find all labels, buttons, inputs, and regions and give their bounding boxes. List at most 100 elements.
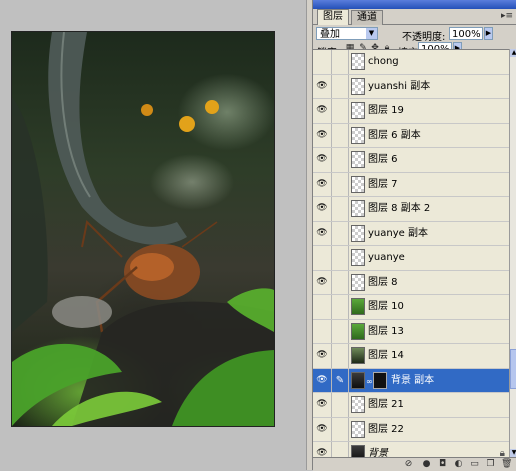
- visibility-eye-icon[interactable]: 👁︎: [313, 393, 332, 417]
- link-cell[interactable]: [332, 393, 349, 417]
- layer-row[interactable]: 👁︎ yuanshi 副本: [313, 74, 509, 99]
- panel-menu-icon[interactable]: ▸≡: [500, 11, 514, 22]
- layer-row[interactable]: 👁︎ 图层 19: [313, 99, 509, 124]
- layer-thumbnail[interactable]: [351, 273, 365, 291]
- opacity-slider-arrow-icon[interactable]: ▶: [484, 27, 493, 40]
- layer-row[interactable]: 👁︎ 图层 8: [313, 270, 509, 295]
- layer-thumbnail[interactable]: [351, 102, 365, 119]
- add-mask-icon[interactable]: ◘: [437, 459, 448, 470]
- layer-thumbnail[interactable]: [351, 396, 365, 413]
- tab-channels[interactable]: 通道: [351, 10, 383, 25]
- layer-row[interactable]: 👁︎ 图层 6 副本: [313, 123, 509, 148]
- visibility-eye-icon[interactable]: [313, 246, 332, 270]
- blend-mode-select[interactable]: 叠加 ▼: [316, 27, 378, 40]
- layer-row[interactable]: 👁︎ 图层 7: [313, 172, 509, 197]
- opacity-input[interactable]: 100%: [449, 27, 483, 40]
- layer-thumbnail[interactable]: [351, 224, 365, 242]
- visibility-eye-icon[interactable]: 👁︎: [313, 368, 332, 392]
- visibility-eye-icon[interactable]: 👁︎: [313, 148, 332, 172]
- layer-thumbnail[interactable]: [351, 347, 365, 364]
- layer-name: 图层 6: [368, 154, 398, 165]
- visibility-eye-icon[interactable]: [313, 295, 332, 319]
- layer-name: yuanshi 副本: [368, 80, 431, 92]
- layer-row[interactable]: chong: [313, 50, 509, 75]
- document-image[interactable]: [11, 31, 275, 427]
- layer-row[interactable]: 👁︎ 图层 6: [313, 148, 509, 173]
- visibility-eye-icon[interactable]: 👁︎: [313, 197, 332, 221]
- visibility-eye-icon[interactable]: 👁︎: [313, 344, 332, 368]
- layer-name: 图层 7: [368, 178, 398, 190]
- layer-name: 图层 21: [368, 399, 404, 410]
- layer-style-icon[interactable]: ●: [421, 459, 432, 470]
- scroll-thumb[interactable]: [510, 349, 516, 389]
- link-cell[interactable]: [332, 221, 349, 245]
- layer-row[interactable]: 👁︎ yuanye 副本: [313, 221, 509, 246]
- visibility-eye-icon[interactable]: 👁︎: [313, 417, 332, 441]
- link-cell[interactable]: [332, 50, 349, 74]
- link-cell[interactable]: [332, 172, 349, 196]
- opacity-label: 不透明度:: [402, 32, 446, 43]
- layer-thumbnail[interactable]: [351, 175, 365, 193]
- link-layers-icon[interactable]: ⊘: [403, 459, 414, 470]
- new-layer-icon[interactable]: ❐: [485, 459, 496, 470]
- blend-mode-value: 叠加: [320, 29, 340, 40]
- layer-thumbnail[interactable]: [351, 77, 365, 95]
- tab-layers[interactable]: 图层: [317, 9, 349, 25]
- delete-layer-icon[interactable]: 🗑︎: [501, 459, 512, 470]
- layer-row[interactable]: yuanye: [313, 246, 509, 271]
- visibility-eye-icon[interactable]: 👁︎: [313, 270, 332, 294]
- layer-thumbnail[interactable]: [351, 249, 365, 266]
- visibility-eye-icon[interactable]: 👁︎: [313, 99, 332, 123]
- layer-row[interactable]: 👁︎ 图层 22: [313, 417, 509, 442]
- visibility-eye-icon[interactable]: 👁︎: [313, 172, 332, 196]
- layer-row[interactable]: 👁︎ 图层 21: [313, 393, 509, 418]
- link-cell[interactable]: [332, 417, 349, 441]
- layer-thumbnail[interactable]: [351, 53, 365, 70]
- link-cell[interactable]: [332, 74, 349, 98]
- link-cell[interactable]: [332, 270, 349, 294]
- link-cell[interactable]: [332, 295, 349, 319]
- scene-art: [12, 32, 274, 426]
- visibility-eye-icon[interactable]: [313, 319, 332, 343]
- layer-name: yuanye: [368, 252, 405, 263]
- canvas-area: [0, 0, 313, 470]
- link-cell[interactable]: [332, 148, 349, 172]
- layer-row[interactable]: 👁︎ ✎ ∞ 背景 副本: [313, 368, 509, 393]
- new-group-icon[interactable]: ▭: [469, 459, 480, 470]
- layers-panel: 图层 通道 ▸≡ 叠加 ▼ 不透明度: 100% ▶ 锁定: ▦ ✎ ✥ 🔒︎ …: [312, 0, 516, 471]
- layer-name: 图层 22: [368, 423, 404, 435]
- layer-name: 图层 10: [368, 301, 404, 312]
- link-cell[interactable]: [332, 197, 349, 221]
- layer-thumbnail[interactable]: [351, 151, 365, 168]
- visibility-eye-icon[interactable]: 👁︎: [313, 221, 332, 245]
- layer-row[interactable]: 图层 10: [313, 295, 509, 320]
- link-cell[interactable]: [332, 99, 349, 123]
- layer-row[interactable]: 图层 13: [313, 319, 509, 344]
- brush-icon[interactable]: ✎: [332, 368, 349, 392]
- link-cell[interactable]: [332, 123, 349, 147]
- link-cell[interactable]: [332, 319, 349, 343]
- layer-thumbnail[interactable]: [351, 298, 365, 315]
- scroll-down-icon[interactable]: ▼: [510, 449, 516, 457]
- layer-mask-thumbnail[interactable]: [373, 371, 387, 389]
- layer-thumbnail[interactable]: [351, 420, 365, 438]
- mask-link-icon[interactable]: ∞: [366, 377, 373, 386]
- layer-thumbnail[interactable]: [351, 126, 365, 144]
- link-cell[interactable]: [332, 442, 349, 458]
- layers-scrollbar[interactable]: ▲ ▼: [509, 49, 516, 457]
- layer-row[interactable]: 👁︎ 背景 🔒︎: [313, 442, 509, 458]
- visibility-eye-icon[interactable]: 👁︎: [313, 442, 332, 458]
- visibility-eye-icon[interactable]: 👁︎: [313, 123, 332, 147]
- link-cell[interactable]: [332, 246, 349, 270]
- panel-title-bar[interactable]: [313, 0, 516, 9]
- layer-thumbnail[interactable]: [351, 200, 365, 217]
- layer-row[interactable]: 👁︎ 图层 14: [313, 344, 509, 369]
- layer-thumbnail[interactable]: [351, 322, 365, 340]
- layer-row[interactable]: 👁︎ 图层 8 副本 2: [313, 197, 509, 222]
- visibility-eye-icon[interactable]: 👁︎: [313, 74, 332, 98]
- scroll-up-icon[interactable]: ▲: [510, 49, 516, 57]
- new-adjustment-icon[interactable]: ◐: [453, 459, 464, 470]
- link-cell[interactable]: [332, 344, 349, 368]
- layer-thumbnail[interactable]: [351, 371, 365, 389]
- visibility-eye-icon[interactable]: [313, 50, 332, 74]
